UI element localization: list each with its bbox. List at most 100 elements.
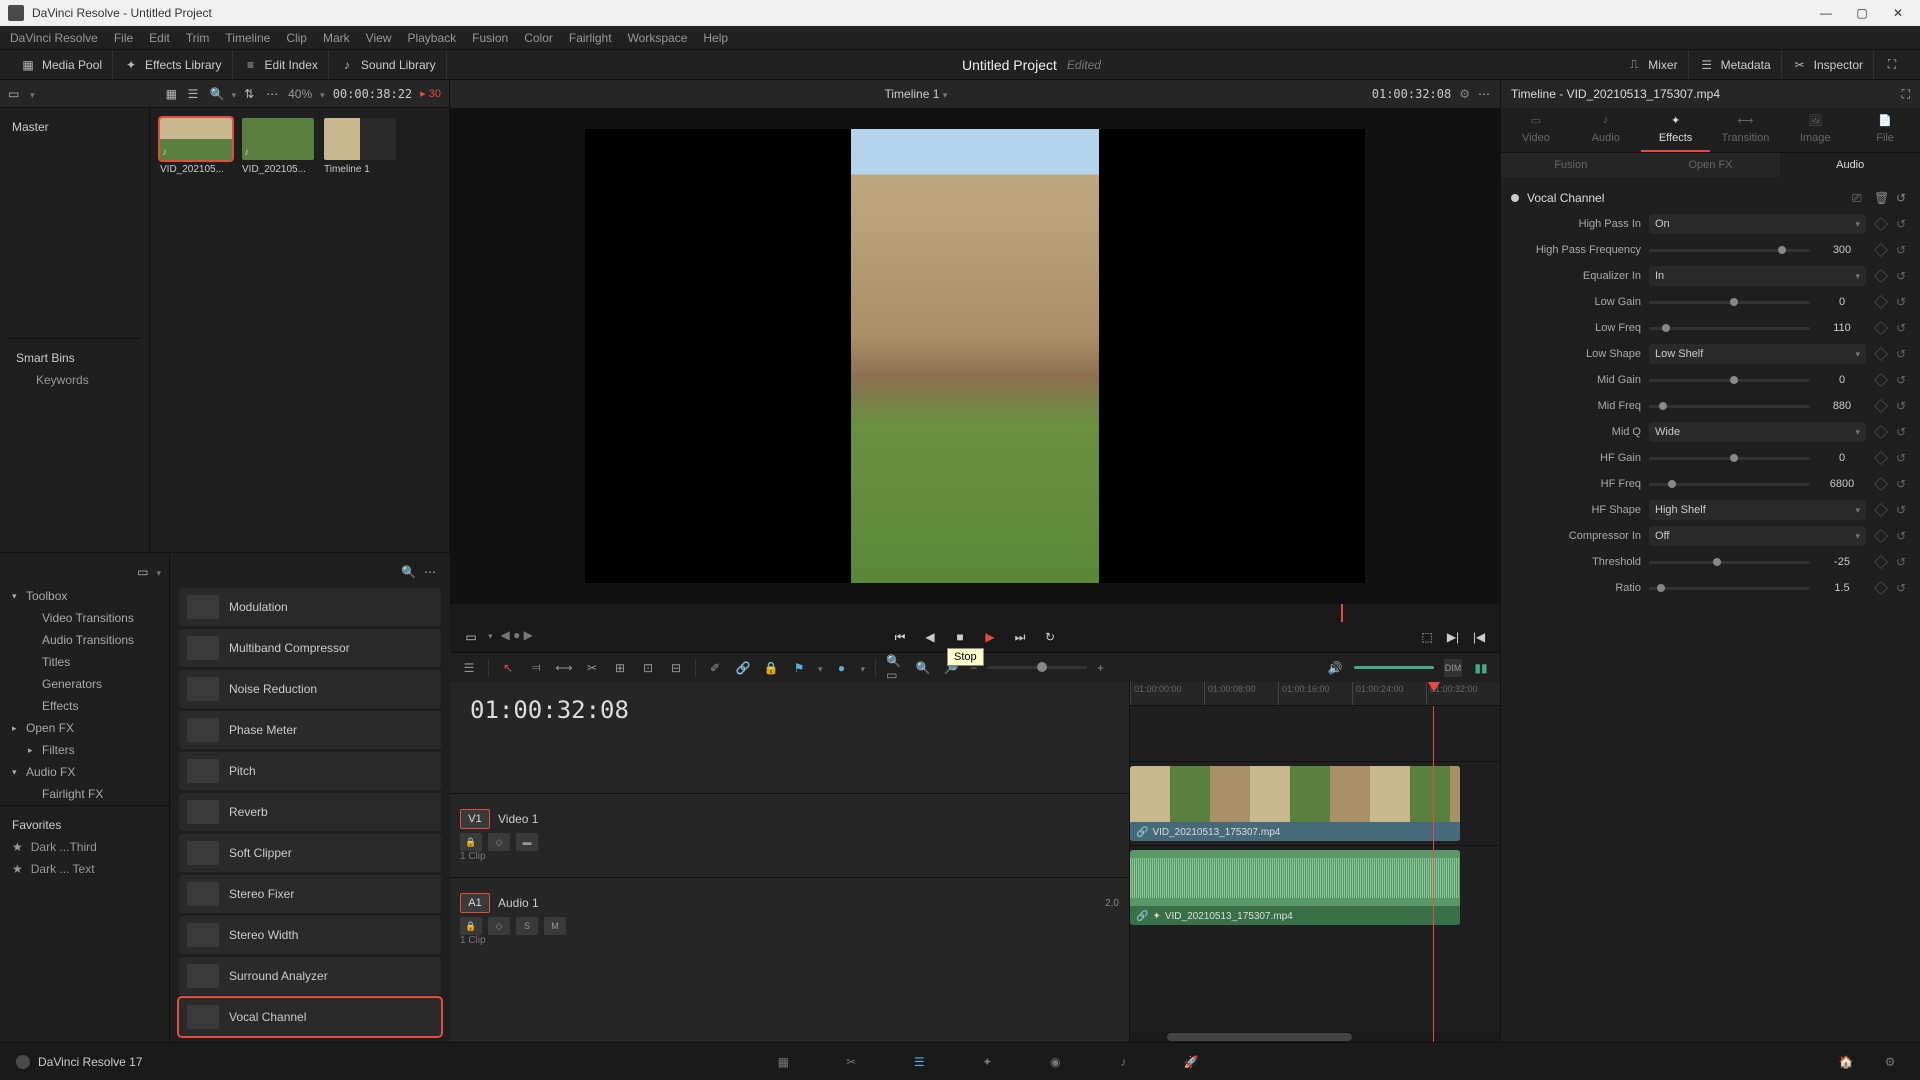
match-frame-dropdown[interactable] (488, 628, 493, 646)
viewer-options-icon[interactable]: ⋯ (1478, 87, 1490, 101)
track-lock-icon[interactable]: 🔒 (460, 833, 482, 851)
timeline-scrollbar[interactable] (1130, 1032, 1500, 1042)
param-value[interactable]: 6800 (1818, 478, 1866, 490)
param-slider[interactable] (1649, 379, 1810, 382)
fx-list-item[interactable]: Phase Meter (179, 711, 441, 749)
match-button[interactable]: ⬚ (1418, 628, 1436, 646)
search-icon[interactable]: 🔍 (210, 87, 224, 101)
keyframe-button[interactable] (1874, 269, 1888, 283)
thumbnail-view-icon[interactable]: ▦ (166, 87, 180, 101)
zoom-to-fit-icon[interactable]: 🔍▭ (886, 659, 904, 677)
fx-list-item[interactable]: Reverb (179, 793, 441, 831)
video-track-header[interactable]: V1 Video 1 🔒 ◇ ▬ 1 Clip (450, 793, 1129, 877)
menu-workspace[interactable]: Workspace (628, 31, 688, 45)
effect-header[interactable]: Vocal Channel ⎚ 🗑 ↺ (1511, 185, 1910, 211)
flag-icon[interactable]: ⚑ (790, 659, 808, 677)
menu-clip[interactable]: Clip (286, 31, 307, 45)
timeline-view-icon[interactable]: ☰ (460, 659, 478, 677)
edit-index-toggle[interactable]: ≡ Edit Index (233, 50, 329, 79)
menu-timeline[interactable]: Timeline (225, 31, 270, 45)
fx-tree-item[interactable]: Effects (0, 695, 169, 717)
match-frame-button[interactable]: ▭ (462, 628, 480, 646)
reset-button[interactable]: ↺ (1896, 555, 1910, 569)
audio-clip[interactable]: 🔗✦VID_20210513_175307.mp4 (1130, 850, 1460, 925)
fx-list-item[interactable]: Modulation (179, 588, 441, 626)
inspector-tab-transition[interactable]: ⟷Transition (1710, 108, 1780, 152)
viewer-settings-icon[interactable]: ⚙ (1459, 87, 1470, 101)
metadata-toggle[interactable]: ☰ Metadata (1689, 50, 1782, 79)
settings-icon[interactable]: ⚙ (1876, 1050, 1904, 1074)
param-slider[interactable] (1649, 483, 1810, 486)
next-edit-button[interactable]: ▶| (1444, 628, 1462, 646)
fx-list-item[interactable]: Multiband Compressor (179, 629, 441, 667)
keyframe-button[interactable] (1874, 503, 1888, 517)
sort-icon[interactable]: ⇅ (244, 87, 258, 101)
overwrite-tool[interactable]: ⊡ (639, 659, 657, 677)
zoom-in-icon[interactable]: + (1097, 661, 1104, 675)
keyframe-button[interactable] (1874, 399, 1888, 413)
fx-tree-item[interactable]: Video Transitions (0, 607, 169, 629)
inspector-subtab-fusion[interactable]: Fusion (1501, 153, 1641, 177)
razor-icon[interactable]: ✐ (706, 659, 724, 677)
media-thumbnail[interactable]: Timeline 1 (324, 118, 396, 175)
video-track[interactable]: 🔗VID_20210513_175307.mp4 (1130, 761, 1500, 845)
fusion-page-icon[interactable]: ✦ (973, 1050, 1001, 1074)
param-select[interactable]: Low Shelf (1649, 344, 1866, 364)
media-page-icon[interactable]: ▦ (769, 1050, 797, 1074)
fx-list-item[interactable]: Surround Analyzer (179, 957, 441, 995)
fx-list-item[interactable]: Soft Clipper (179, 834, 441, 872)
menu-mark[interactable]: Mark (323, 31, 350, 45)
param-value[interactable]: -25 (1818, 556, 1866, 568)
bin-master[interactable]: Master (8, 116, 141, 138)
media-thumbnail[interactable]: ♪VID_202105... (242, 118, 314, 175)
audio-lock-icon[interactable]: 🔒 (460, 917, 482, 935)
inspector-tab-file[interactable]: 📄File (1850, 108, 1920, 152)
solo-button[interactable]: S (516, 917, 538, 935)
prev-frame-button[interactable]: ◀ (921, 628, 939, 646)
viewer-timecode[interactable]: 01:00:32:08 (1372, 87, 1451, 101)
reset-button[interactable]: ↺ (1896, 529, 1910, 543)
param-value[interactable]: 0 (1818, 452, 1866, 464)
media-thumbnail[interactable]: ♪VID_202105... (160, 118, 232, 175)
keyframe-button[interactable] (1874, 243, 1888, 257)
audio-track-badge[interactable]: A1 (460, 893, 490, 913)
favorite-item[interactable]: ★Dark ... Text (0, 858, 169, 880)
list-view-icon[interactable]: ☰ (188, 87, 202, 101)
param-select[interactable]: High Shelf (1649, 500, 1866, 520)
param-value[interactable]: 0 (1818, 296, 1866, 308)
marker-dropdown[interactable] (861, 661, 866, 675)
keyframe-button[interactable] (1874, 295, 1888, 309)
expand-toggle[interactable]: ⛶ (1874, 50, 1910, 79)
detail-zoom-icon[interactable]: 🔍 (914, 659, 932, 677)
audio-auto-select[interactable]: ◇ (488, 917, 510, 935)
inspector-toggle[interactable]: ✂ Inspector (1782, 50, 1874, 79)
color-page-icon[interactable]: ◉ (1041, 1050, 1069, 1074)
insert-tool[interactable]: ⊞ (611, 659, 629, 677)
fx-search-icon[interactable]: 🔍 (401, 565, 416, 579)
maximize-button[interactable]: ▢ (1848, 3, 1876, 23)
menu-davinci-resolve[interactable]: DaVinci Resolve (10, 31, 98, 45)
reset-button[interactable]: ↺ (1896, 503, 1910, 517)
fx-list-item[interactable]: Vocal Channel (179, 998, 441, 1036)
keyframe-button[interactable] (1874, 555, 1888, 569)
inspector-tab-audio[interactable]: ♪Audio (1571, 108, 1641, 152)
viewer-area[interactable] (450, 108, 1500, 604)
param-slider[interactable] (1649, 587, 1810, 590)
menu-view[interactable]: View (366, 31, 392, 45)
inspector-subtab-audio[interactable]: Audio (1780, 153, 1920, 177)
dim-button[interactable]: DIM (1444, 659, 1462, 677)
go-first-button[interactable]: ⏮ (891, 628, 909, 646)
menu-edit[interactable]: Edit (149, 31, 170, 45)
fx-tree-item[interactable]: Audio Transitions (0, 629, 169, 651)
media-pool-toggle[interactable]: ▦ Media Pool (10, 50, 113, 79)
inspector-tab-image[interactable]: 🖼Image (1780, 108, 1850, 152)
menu-fusion[interactable]: Fusion (472, 31, 508, 45)
trim-tool[interactable]: ⫤ (527, 659, 545, 677)
keyframe-button[interactable] (1874, 581, 1888, 595)
reset-button[interactable]: ↺ (1896, 581, 1910, 595)
mixer-toggle[interactable]: ⎍ Mixer (1616, 50, 1688, 79)
reset-button[interactable]: ↺ (1896, 347, 1910, 361)
fx-tree-item[interactable]: ▾Toolbox (0, 585, 169, 607)
fx-list-item[interactable]: Pitch (179, 752, 441, 790)
deliver-page-icon[interactable]: 🚀 (1177, 1050, 1205, 1074)
